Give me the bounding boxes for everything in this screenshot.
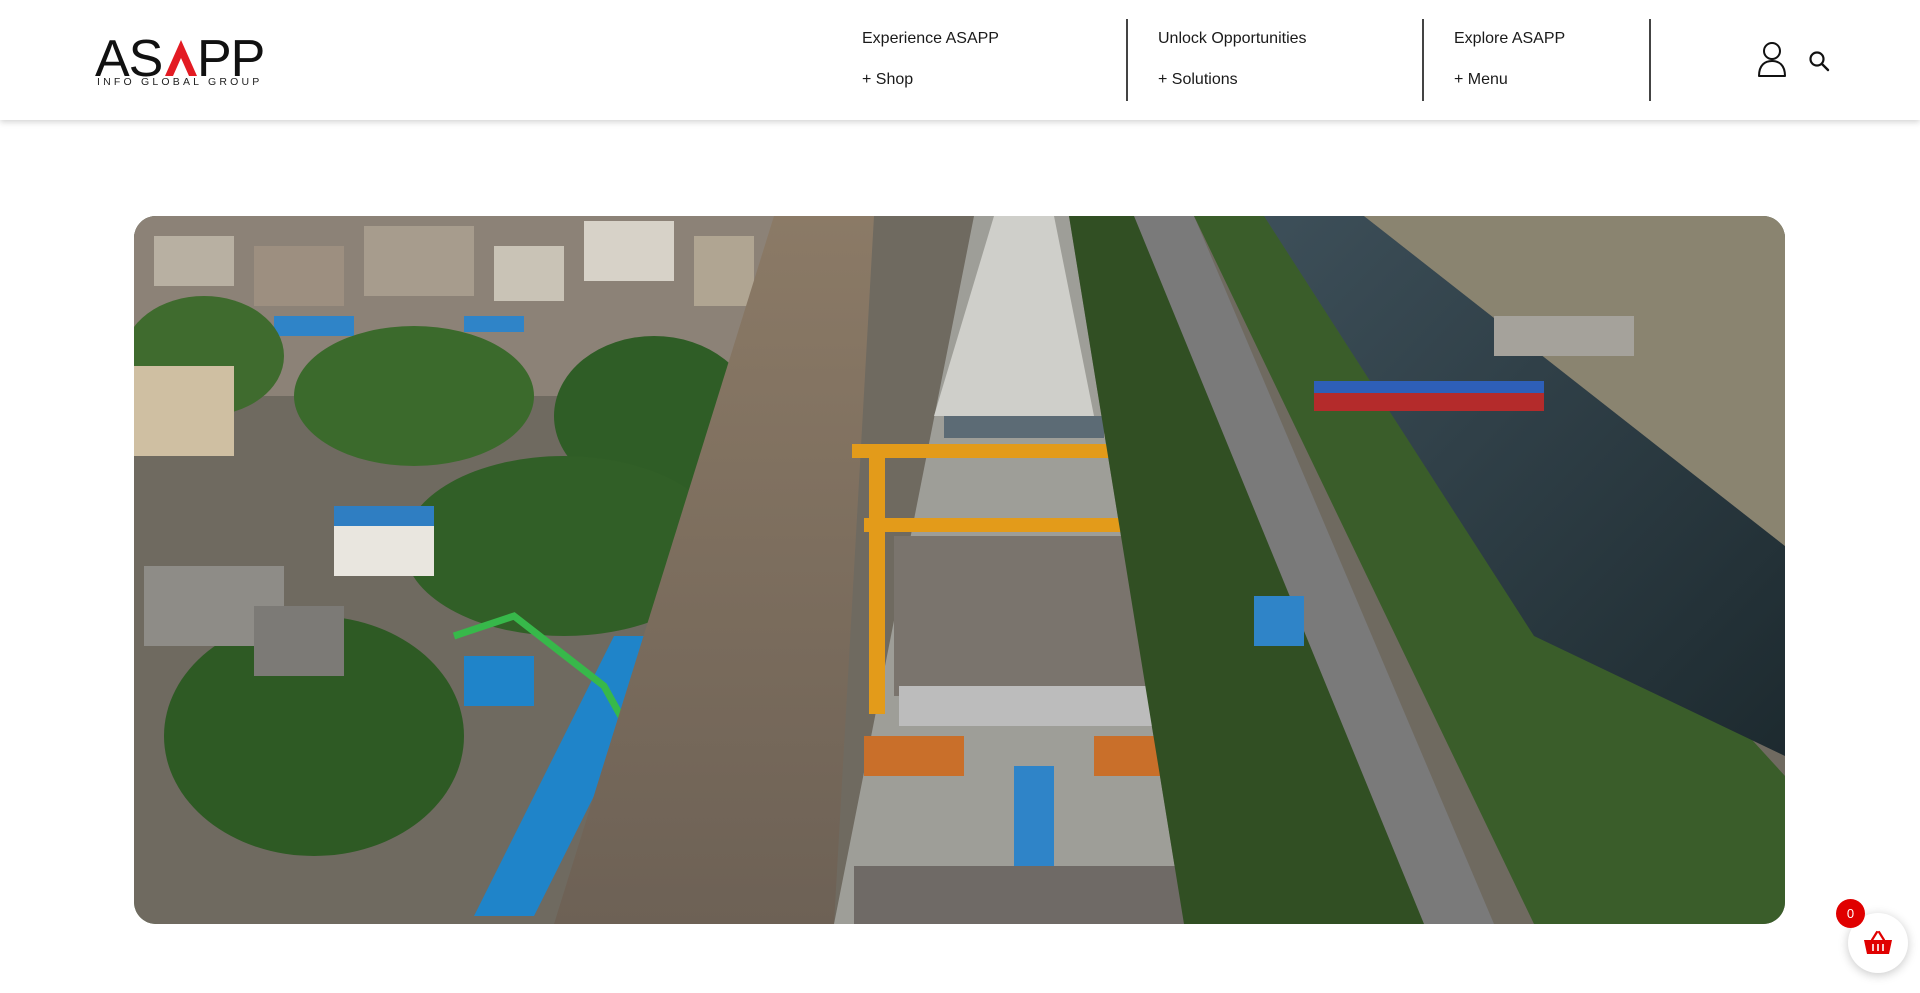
nav-divider: [1126, 19, 1128, 101]
site-header: AS PP INFO GLOBAL GROUP Experience ASAPP…: [0, 0, 1920, 120]
nav-group-opportunities: Unlock Opportunities + Solutions: [1158, 20, 1398, 101]
user-icon[interactable]: [1756, 40, 1788, 78]
nav-link-solutions[interactable]: + Solutions: [1158, 71, 1238, 89]
nav-link-explore[interactable]: Explore ASAPP: [1454, 30, 1565, 48]
hero-image: [134, 216, 1785, 924]
brand-logo[interactable]: AS PP INFO GLOBAL GROUP: [95, 30, 275, 88]
nav-divider: [1422, 19, 1424, 101]
basket-icon: [1864, 930, 1892, 954]
logo-subtext: INFO GLOBAL GROUP: [97, 76, 263, 88]
nav-divider: [1649, 19, 1651, 101]
nav-link-menu[interactable]: + Menu: [1454, 71, 1508, 89]
search-icon[interactable]: [1808, 50, 1830, 72]
cart-count-badge: 0: [1836, 899, 1865, 928]
nav-group-experience: Experience ASAPP + Shop: [862, 20, 1102, 101]
nav-link-shop[interactable]: + Shop: [862, 71, 913, 89]
aerial-construction-photo: [134, 216, 1785, 924]
nav-group-explore: Explore ASAPP + Menu: [1454, 20, 1634, 101]
nav-link-experience[interactable]: Experience ASAPP: [862, 30, 999, 48]
nav-link-opportunities[interactable]: Unlock Opportunities: [1158, 30, 1307, 48]
